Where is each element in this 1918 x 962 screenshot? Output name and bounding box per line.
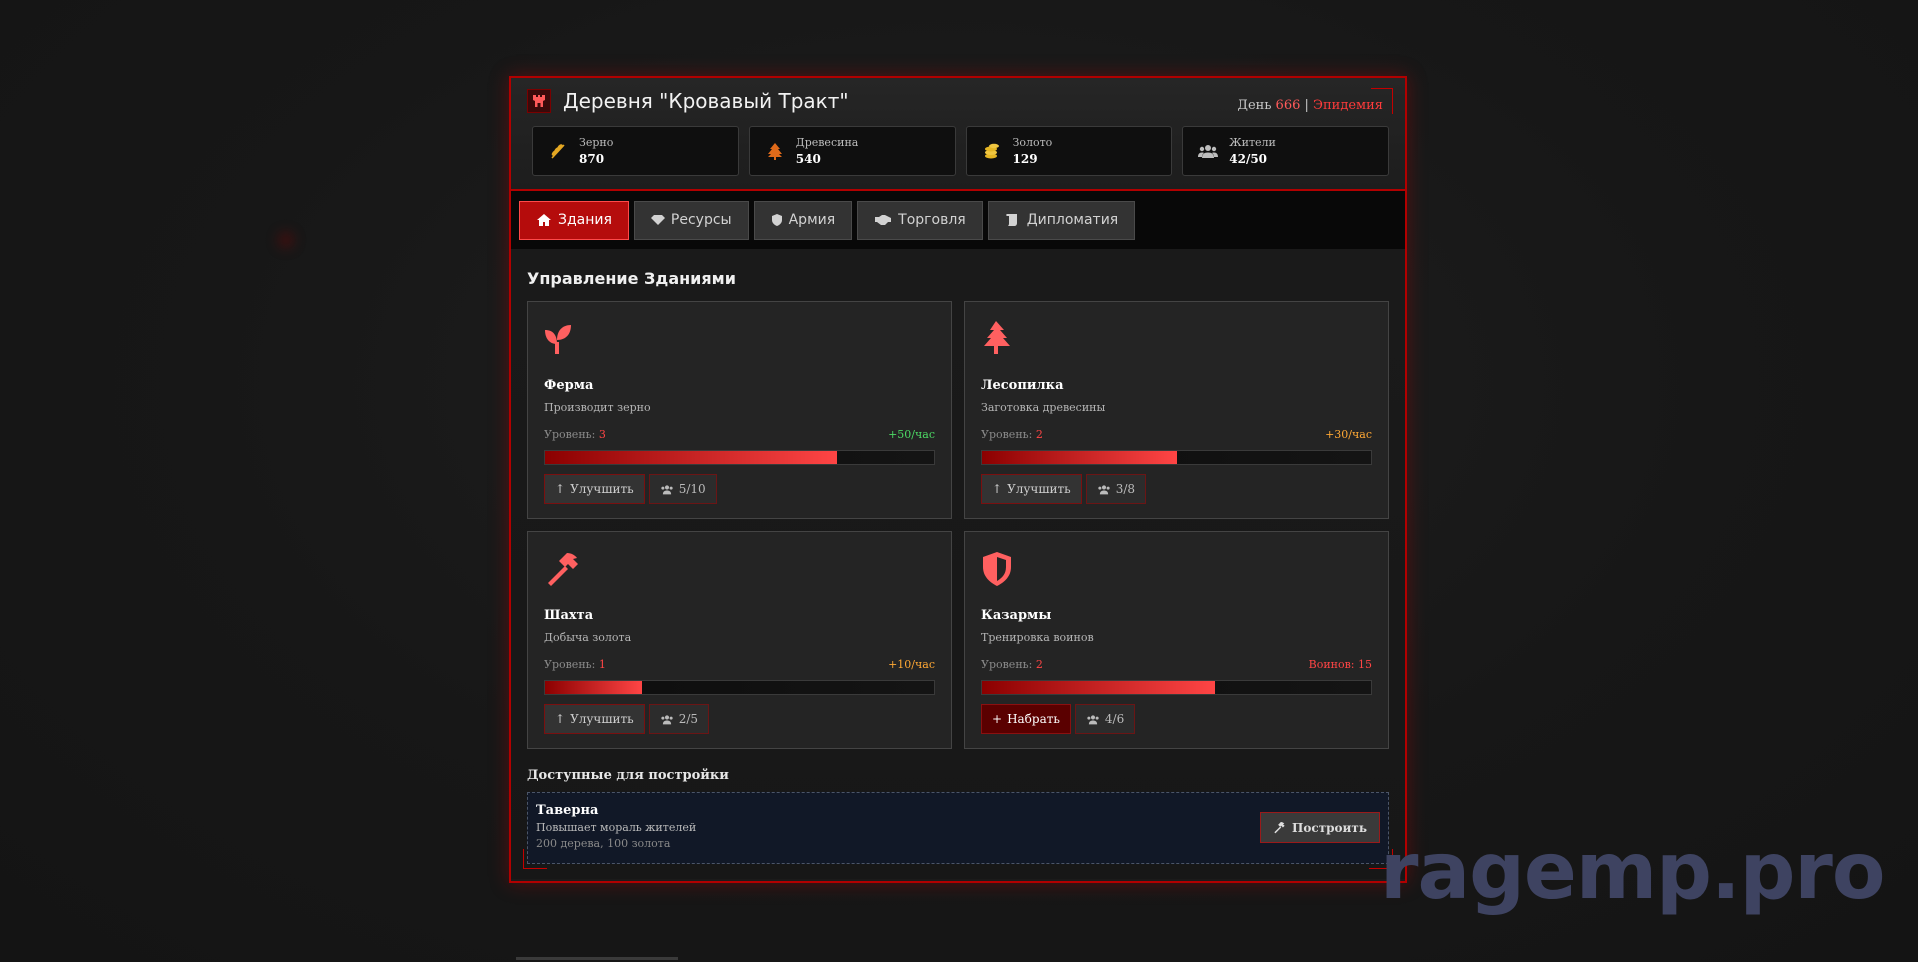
village-window: Деревня "Кровавый Тракт" День 666 | Эпид… bbox=[509, 76, 1407, 883]
stat-residents: Жители 42/50 bbox=[1182, 126, 1389, 176]
buildings-panel: Управление Зданиями Ферма Производит зер… bbox=[511, 249, 1405, 879]
upgrade-button[interactable]: ↑ Улучшить bbox=[544, 704, 645, 734]
taskbar-indicator bbox=[516, 957, 678, 960]
buildings-grid: Ферма Производит зерно Уровень: 3 +50/ча… bbox=[527, 301, 1389, 749]
day-number: 666 bbox=[1275, 98, 1301, 113]
workers-button[interactable]: 2/5 bbox=[648, 704, 709, 734]
users-icon bbox=[661, 714, 673, 724]
tab-army[interactable]: Армия bbox=[753, 200, 853, 240]
upgrade-button[interactable]: ↑ Улучшить bbox=[981, 474, 1082, 504]
resource-bar: Зерно 870 Древесина 540 Золото 129 Жител… bbox=[527, 126, 1389, 176]
shield-icon bbox=[771, 214, 782, 226]
tab-bar: Здания Ресурсы Армия Торговля Дипломатия bbox=[511, 191, 1405, 249]
arrow-up-icon: ↑ bbox=[992, 482, 1003, 496]
stat-gold: Золото 129 bbox=[965, 126, 1173, 176]
level-progress-bar bbox=[544, 680, 935, 695]
section-title: Управление Зданиями bbox=[527, 269, 736, 288]
production-rate: +30/час bbox=[1325, 428, 1372, 441]
shield-icon bbox=[983, 552, 1011, 586]
build-cost: 200 дерева, 100 золота bbox=[536, 837, 671, 850]
tab-resources[interactable]: Ресурсы bbox=[633, 200, 749, 240]
arrow-up-icon: ↑ bbox=[555, 482, 566, 496]
building-card-farm: Ферма Производит зерно Уровень: 3 +50/ча… bbox=[527, 301, 952, 519]
watermark-logo: ragemp.pro bbox=[1380, 827, 1885, 917]
upgrade-button[interactable]: ↑ Улучшить bbox=[544, 474, 645, 504]
building-card-barracks: Казармы Тренировка воинов Уровень: 2 Вои… bbox=[964, 531, 1389, 749]
workers-button[interactable]: 5/10 bbox=[648, 474, 717, 504]
tab-buildings[interactable]: Здания bbox=[519, 200, 629, 240]
building-card-mine: Шахта Добыча золота Уровень: 1 +10/час ↑… bbox=[527, 531, 952, 749]
wheat-icon bbox=[547, 140, 569, 162]
stat-wood: Древесина 540 bbox=[748, 126, 956, 176]
level-progress-bar bbox=[981, 450, 1372, 465]
handshake-icon bbox=[875, 215, 892, 225]
level-progress-bar bbox=[544, 450, 935, 465]
seedling-icon bbox=[545, 325, 571, 354]
build-button[interactable]: Построить bbox=[1260, 812, 1380, 843]
recruit-button[interactable]: + Набрать bbox=[981, 704, 1071, 734]
users-icon bbox=[1087, 714, 1099, 724]
users-icon bbox=[1197, 140, 1219, 162]
window-header: Деревня "Кровавый Тракт" День 666 | Эпид… bbox=[511, 78, 1405, 191]
arrow-up-icon: ↑ bbox=[555, 712, 566, 726]
village-title: Деревня "Кровавый Тракт" bbox=[563, 89, 849, 113]
workers-button[interactable]: 4/6 bbox=[1074, 704, 1136, 734]
hammer-icon bbox=[548, 553, 578, 586]
plus-icon: + bbox=[992, 712, 1003, 726]
warrior-count: Воинов: 15 bbox=[1308, 658, 1372, 671]
available-building-tavern: Таверна Повышает мораль жителей 200 дере… bbox=[527, 792, 1389, 864]
production-rate: +50/час bbox=[888, 428, 935, 441]
home-icon bbox=[537, 214, 551, 226]
gem-icon bbox=[650, 215, 665, 225]
building-card-sawmill: Лесопилка Заготовка древесины Уровень: 2… bbox=[964, 301, 1389, 519]
stat-grain: Зерно 870 bbox=[532, 126, 739, 176]
coins-icon bbox=[981, 140, 1003, 162]
users-icon bbox=[661, 484, 673, 494]
tab-trade[interactable]: Торговля bbox=[857, 200, 983, 240]
status-badge: Эпидемия bbox=[1313, 98, 1383, 113]
background-glow bbox=[278, 232, 294, 248]
castle-icon bbox=[527, 89, 551, 113]
corner-decoration bbox=[523, 849, 547, 869]
day-info: День 666 | Эпидемия bbox=[1237, 98, 1383, 113]
tree-icon bbox=[984, 321, 1010, 354]
tab-diplomacy[interactable]: Дипломатия bbox=[987, 200, 1136, 240]
tree-icon bbox=[764, 140, 786, 162]
workers-button[interactable]: 3/8 bbox=[1085, 474, 1146, 504]
scroll-icon bbox=[1005, 214, 1017, 226]
hammer-icon bbox=[1274, 822, 1285, 834]
available-section-title: Доступные для постройки bbox=[527, 768, 729, 783]
level-progress-bar bbox=[981, 680, 1372, 695]
production-rate: +10/час bbox=[888, 658, 935, 671]
users-icon bbox=[1098, 484, 1110, 494]
